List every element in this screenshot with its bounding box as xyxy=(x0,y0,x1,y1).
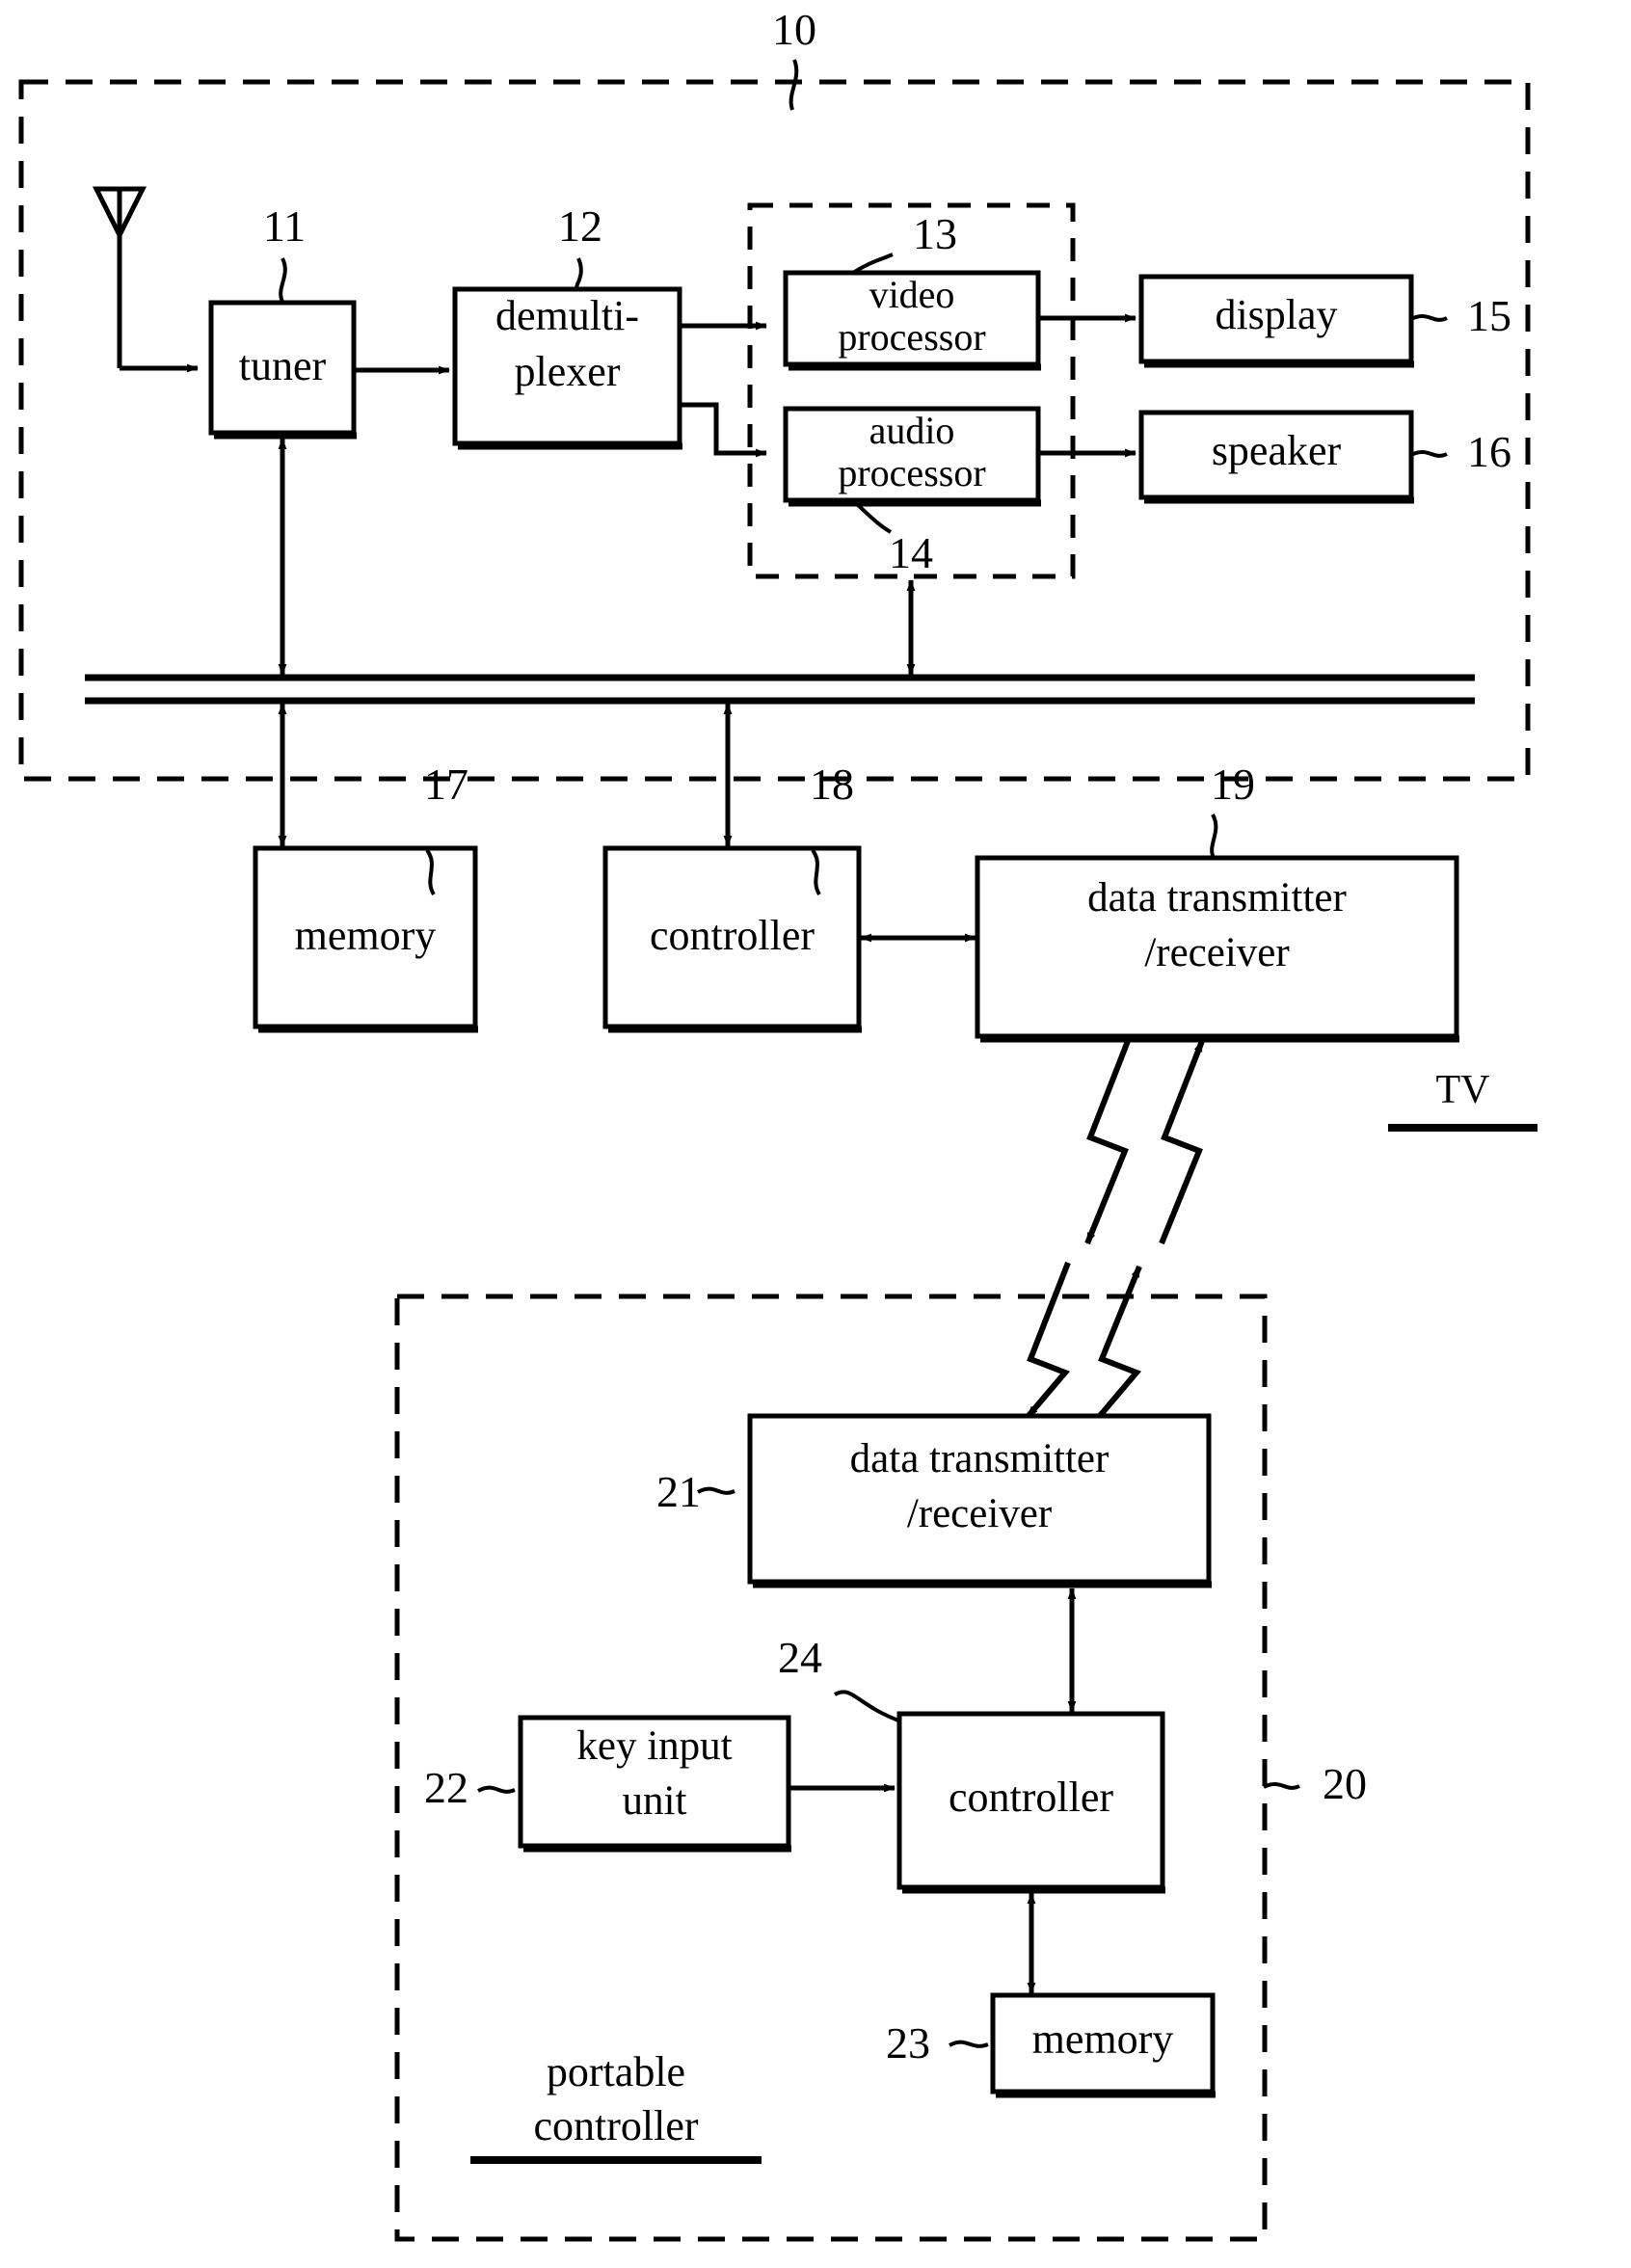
audio-processor-label-line2: processor xyxy=(838,451,986,494)
portable-controller-section-label-line2: controller xyxy=(533,2102,699,2149)
leader-line-23 xyxy=(949,2040,989,2048)
video-processor-label-line2: processor xyxy=(838,315,986,359)
tuner-label: tuner xyxy=(238,342,327,389)
ref-number-11: 11 xyxy=(262,201,307,251)
leader-line-19 xyxy=(1210,814,1218,859)
key-input-unit-label-line2: unit xyxy=(622,1778,687,1824)
leader-line-16 xyxy=(1410,450,1448,458)
portable-data-transceiver-label-line2: /receiver xyxy=(906,1491,1053,1536)
wireless-link-tv-downlink xyxy=(1084,1039,1131,1245)
portable-controller-block-label: controller xyxy=(948,1774,1114,1821)
ref-number-21: 21 xyxy=(656,1467,701,1516)
patent-figure-page: 10 11 tuner 12 demulti- plexer 13 video … xyxy=(0,0,1631,2268)
demultiplexer-label-line1: demulti- xyxy=(495,292,640,339)
leader-line-13 xyxy=(851,253,894,275)
ref-number-10: 10 xyxy=(772,5,816,54)
audio-processor-label-line1: audio xyxy=(869,409,955,452)
processor-group-dashed-boundary xyxy=(747,202,1076,579)
key-input-unit-label-line1: key input xyxy=(576,1723,733,1769)
ref-number-17: 17 xyxy=(424,760,468,809)
leader-line-11 xyxy=(279,257,287,303)
speaker-label: speaker xyxy=(1211,427,1342,474)
data-transceiver-label-line2: /receiver xyxy=(1144,930,1290,975)
demultiplexer-label-line2: plexer xyxy=(514,348,621,395)
leader-line-12 xyxy=(575,257,583,291)
ref-number-23: 23 xyxy=(886,2018,930,2068)
ref-number-18: 18 xyxy=(810,760,854,809)
tv-section-label: TV xyxy=(1435,1068,1490,1112)
leader-line-10 xyxy=(789,59,799,111)
ref-number-22: 22 xyxy=(424,1763,468,1812)
ref-number-15: 15 xyxy=(1467,291,1511,340)
ref-number-12: 12 xyxy=(558,201,602,251)
wireless-link-portable-uplink xyxy=(1096,1265,1142,1419)
wireless-link-portable-downlink xyxy=(1025,1261,1071,1419)
antenna-icon xyxy=(92,186,199,373)
portable-controller-section-label-line1: portable xyxy=(546,2048,686,2095)
leader-line-20 xyxy=(1263,1782,1300,1790)
ref-number-19: 19 xyxy=(1211,760,1255,809)
data-transceiver-label-line1: data transmitter xyxy=(1087,875,1347,921)
system-bus xyxy=(85,674,1475,705)
leader-line-15 xyxy=(1410,314,1448,322)
ref-number-13: 13 xyxy=(913,209,957,258)
portable-data-transceiver-label-line1: data transmitter xyxy=(849,1436,1110,1481)
video-processor-label-line1: video xyxy=(869,273,955,316)
leader-line-14 xyxy=(856,503,893,534)
leader-line-24 xyxy=(834,1690,899,1722)
portable-memory-label: memory xyxy=(1031,2015,1174,2063)
wireless-link-tv-uplink xyxy=(1159,1039,1205,1245)
ref-number-14: 14 xyxy=(889,528,933,577)
ref-number-16: 16 xyxy=(1467,427,1511,476)
connector-demux-to-audio-processor xyxy=(680,402,767,458)
memory-label: memory xyxy=(294,912,437,959)
controller-label: controller xyxy=(649,912,816,959)
ref-number-20: 20 xyxy=(1323,1759,1367,1808)
display-label: display xyxy=(1215,291,1338,338)
ref-number-24: 24 xyxy=(778,1633,822,1682)
